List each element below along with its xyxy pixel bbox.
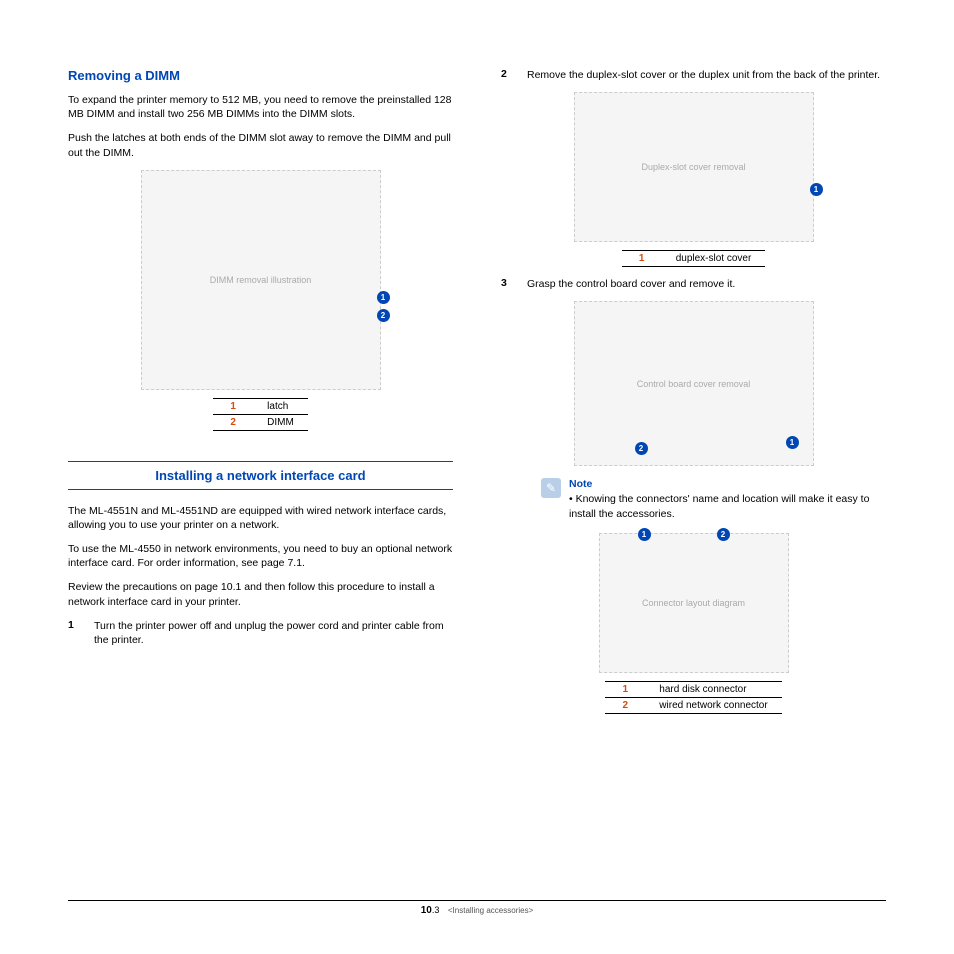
legend-label: latch [253,398,308,414]
callout-1-icon: 1 [377,291,390,304]
legend-label: hard disk connector [645,681,781,697]
step-text: Remove the duplex-slot cover or the dupl… [527,68,886,82]
table-row: 1 hard disk connector [605,681,781,697]
callout-2-icon: 2 [377,309,390,322]
para-review-precautions: Review the precautions on page 10.1 and … [68,580,453,608]
callout-2-icon: 2 [717,528,730,541]
figure-alt: Connector layout diagram [642,598,745,608]
figure-connectors: Connector layout diagram 1 2 [599,533,789,673]
figure-duplex-cover: Duplex-slot cover removal 1 [574,92,814,242]
table-row: 2 DIMM [213,414,308,430]
step-1: 1 Turn the printer power off and unplug … [68,619,453,647]
page-number-minor: .3 [432,905,440,915]
step-number: 1 [68,619,78,647]
callout-1-icon: 1 [810,183,823,196]
table-row: 1 latch [213,398,308,414]
callout-1-icon: 1 [786,436,799,449]
callout-2-icon: 2 [635,442,648,455]
legend-label: DIMM [253,414,308,430]
step-3: 3 Grasp the control board cover and remo… [501,277,886,291]
legend-num: 2 [605,697,645,713]
legend-connectors: 1 hard disk connector 2 wired network co… [605,681,781,714]
table-row: 1 duplex-slot cover [622,251,766,267]
para-expand-memory: To expand the printer memory to 512 MB, … [68,93,453,121]
step-number: 3 [501,277,511,291]
legend-num: 1 [605,681,645,697]
figure-dimm-removal: DIMM removal illustration 1 2 [141,170,381,390]
step-2: 2 Remove the duplex-slot cover or the du… [501,68,886,82]
legend-num: 2 [213,414,253,430]
legend-dimm: 1 latch 2 DIMM [213,398,308,431]
para-equipped-nic: The ML-4551N and ML-4551ND are equipped … [68,504,453,532]
figure-control-board: Control board cover removal 1 2 [574,301,814,466]
note-block: ✎ Note • Knowing the connectors' name an… [541,478,886,520]
note-icon: ✎ [541,478,561,498]
para-ml4550-network: To use the ML-4550 in network environmen… [68,542,453,570]
figure-alt: Control board cover removal [637,379,751,389]
step-text: Grasp the control board cover and remove… [527,277,886,291]
page-footer: 10.3 <Installing accessories> [68,900,886,916]
two-column-layout: Removing a DIMM To expand the printer me… [68,68,886,724]
legend-label: duplex-slot cover [662,251,766,267]
section-label: <Installing accessories> [448,906,533,915]
figure-alt: Duplex-slot cover removal [641,162,745,172]
legend-duplex: 1 duplex-slot cover [622,250,766,267]
right-column: 2 Remove the duplex-slot cover or the du… [501,68,886,724]
note-text-inner: Knowing the connectors' name and locatio… [569,493,869,519]
left-column: Removing a DIMM To expand the printer me… [68,68,453,724]
note-title: Note [569,478,886,490]
callout-1-icon: 1 [638,528,651,541]
page-number-major: 10 [421,905,432,916]
heading-installing-nic: Installing a network interface card [68,461,453,490]
figure-alt: DIMM removal illustration [210,275,312,285]
legend-num: 1 [213,398,253,414]
note-text: • Knowing the connectors' name and locat… [569,492,886,520]
para-push-latches: Push the latches at both ends of the DIM… [68,131,453,159]
legend-label: wired network connector [645,697,781,713]
heading-removing-dimm: Removing a DIMM [68,68,453,83]
step-text: Turn the printer power off and unplug th… [94,619,453,647]
table-row: 2 wired network connector [605,697,781,713]
note-body: Note • Knowing the connectors' name and … [569,478,886,520]
step-number: 2 [501,68,511,82]
legend-num: 1 [622,251,662,267]
